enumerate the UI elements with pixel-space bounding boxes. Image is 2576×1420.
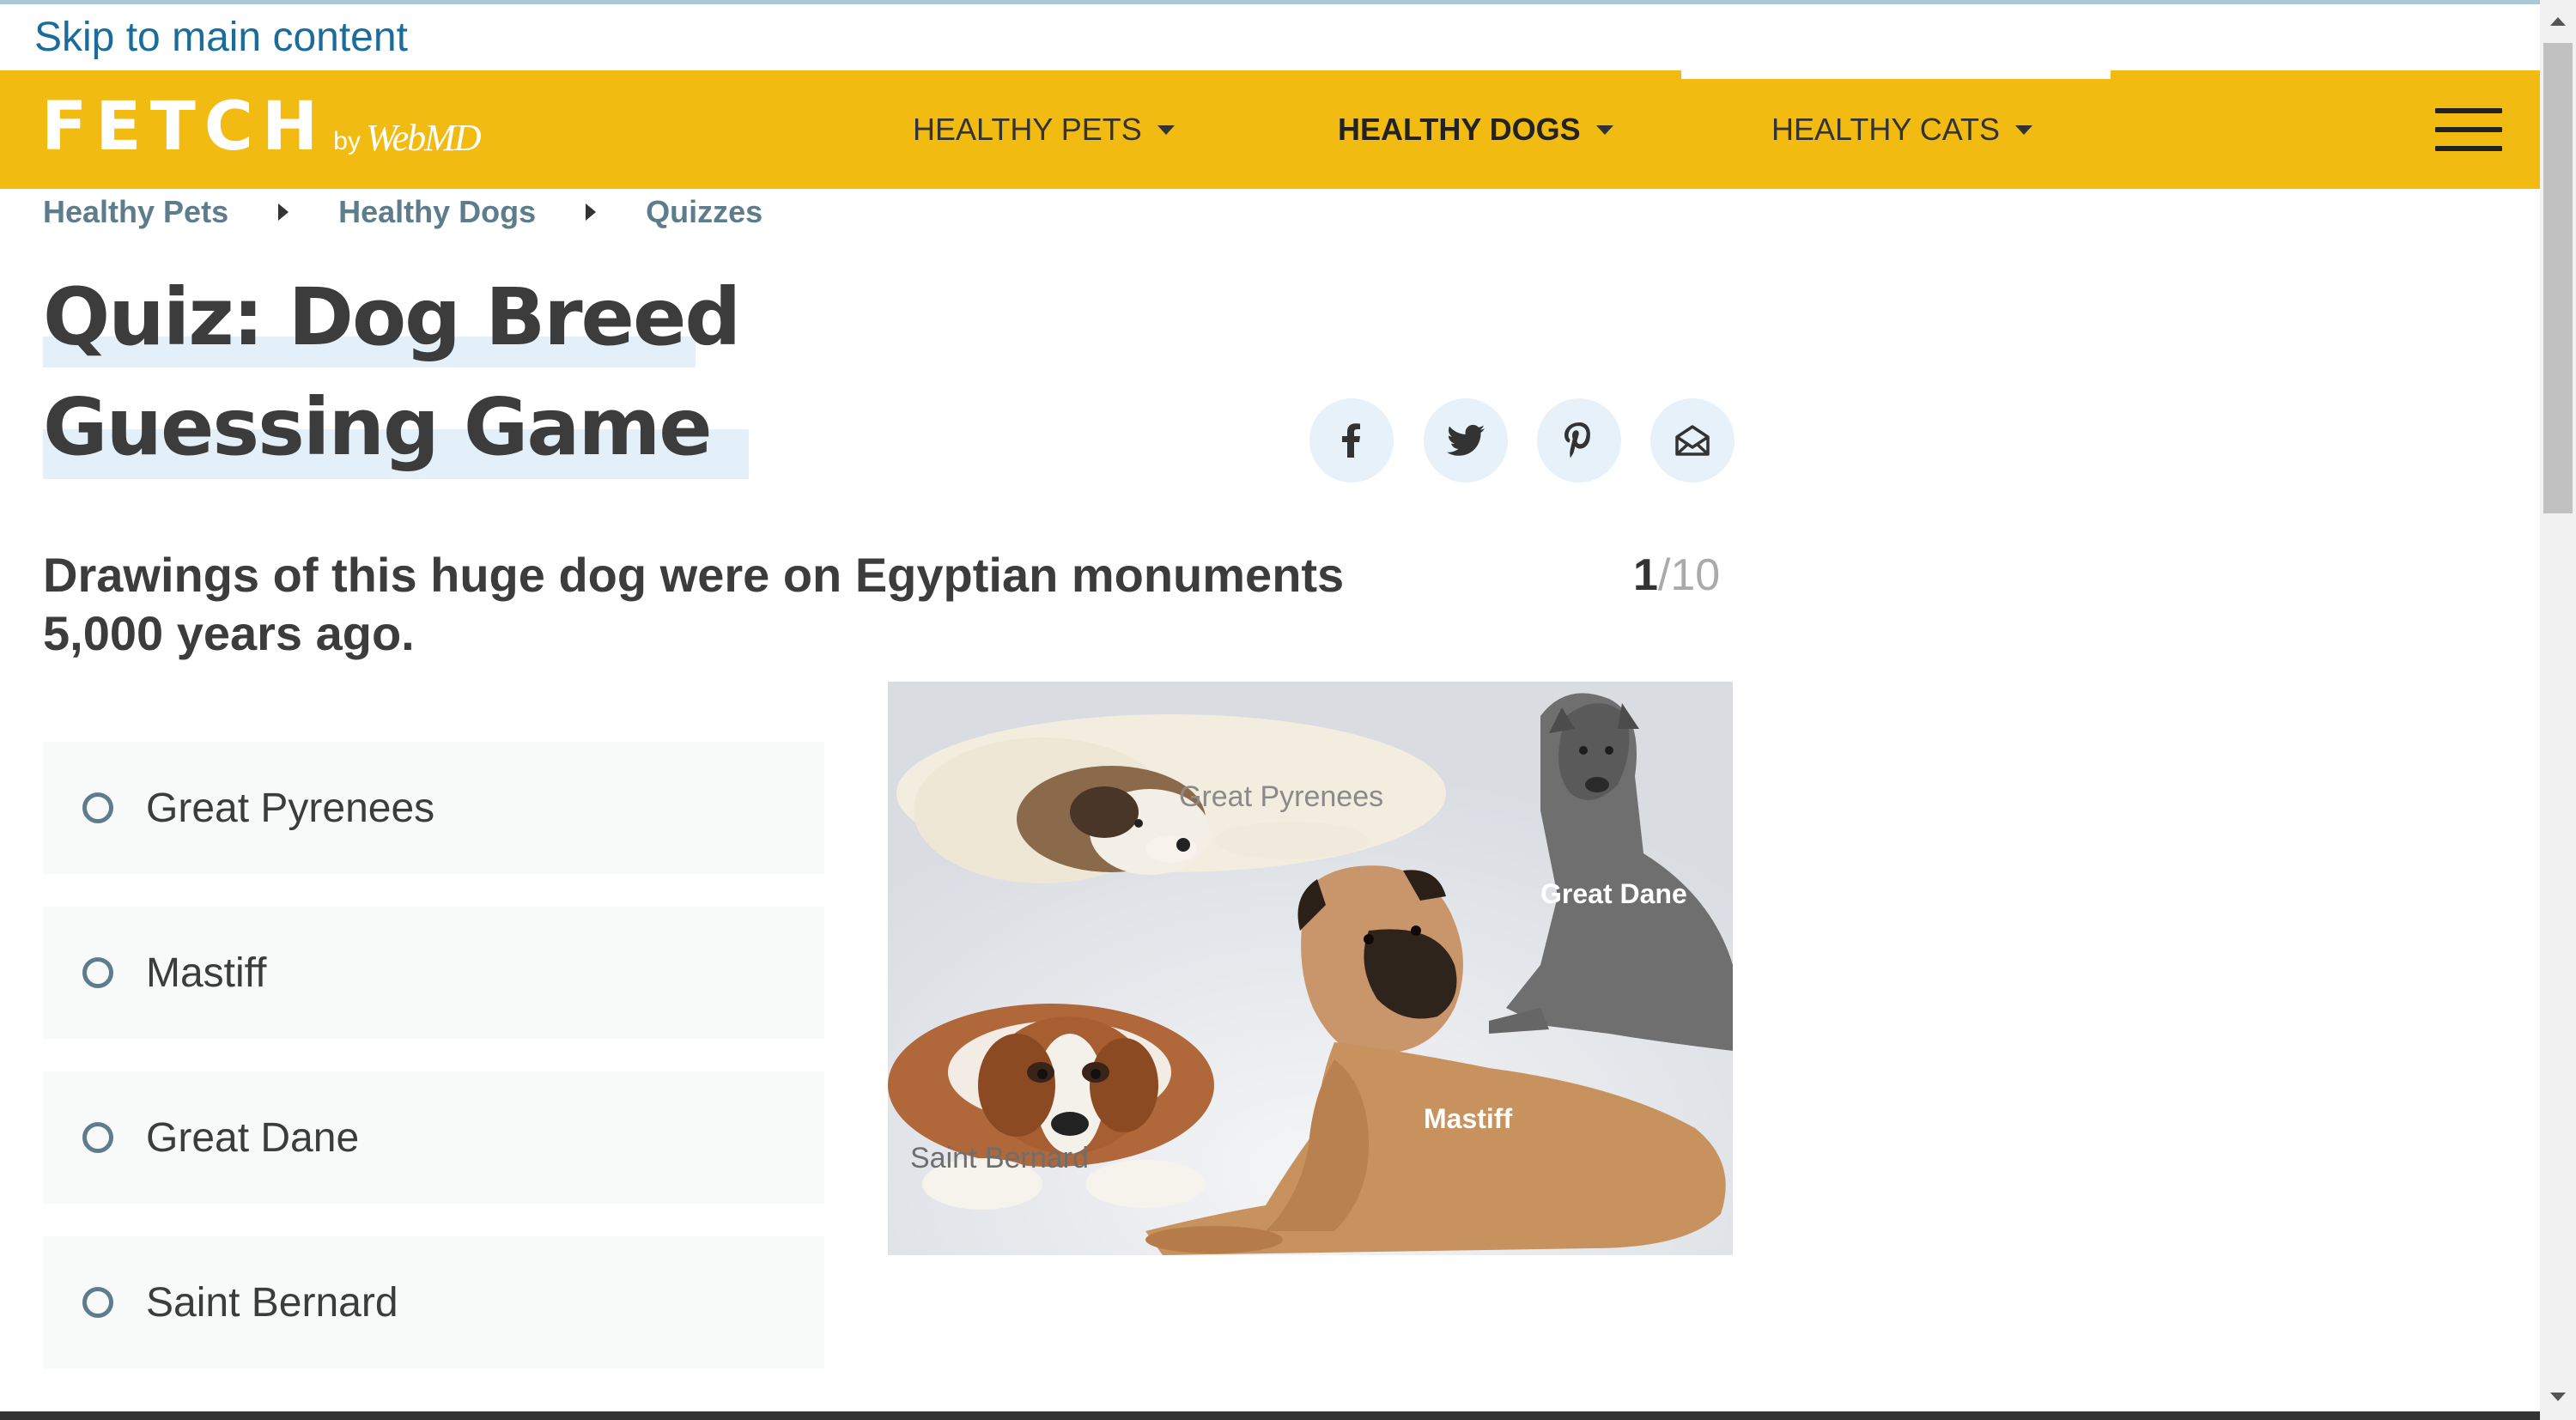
breadcrumb-item-quizzes[interactable]: Quizzes (646, 194, 762, 230)
page-title: Quiz: Dog Breed Guessing Game (43, 271, 741, 473)
caret-down-icon (1157, 124, 1175, 135)
current-question-number: 1 (1633, 550, 1658, 600)
bottom-edge-bar (0, 1411, 2540, 1420)
dog-breeds-illustration: Great Pyrenees Great Dane Mastiff Saint … (888, 682, 1733, 1255)
fetch-logo[interactable]: FETCH by WebMD (41, 88, 482, 166)
breadcrumb: Healthy Pets Healthy Dogs Quizzes (43, 194, 762, 230)
share-facebook-button[interactable] (1309, 398, 1394, 482)
nav-healthy-pets[interactable]: HEALTHY PETS (913, 108, 1175, 151)
radio-button-icon[interactable] (82, 1122, 113, 1153)
caret-down-icon (2015, 124, 2033, 135)
logo-webmd-text: WebMD (365, 117, 482, 159)
share-pinterest-button[interactable] (1537, 398, 1621, 482)
answer-label: Great Dane (146, 1114, 360, 1161)
logo-by-text: by (333, 127, 361, 155)
nav-label: HEALTHY DOGS (1338, 112, 1581, 147)
answer-label: Mastiff (146, 950, 267, 996)
twitter-icon (1447, 424, 1485, 456)
pinterest-icon (1564, 422, 1590, 458)
facebook-icon (1342, 423, 1360, 458)
radio-button-icon[interactable] (82, 1287, 113, 1318)
hamburger-menu-icon[interactable] (2435, 108, 2502, 151)
answer-label: Saint Bernard (146, 1279, 398, 1326)
quiz-question: Drawings of this huge dog were on Egypti… (43, 548, 1345, 660)
share-email-button[interactable] (1650, 398, 1735, 482)
window-top-border (0, 0, 2540, 4)
image-label-great-dane: Great Dane (1540, 878, 1687, 909)
answer-option[interactable]: Mastiff (43, 907, 824, 1039)
nav-label: HEALTHY CATS (1771, 112, 2001, 147)
email-icon (1675, 425, 1710, 456)
answer-label: Great Pyrenees (146, 785, 435, 831)
breadcrumb-separator-icon (278, 203, 289, 221)
logo-fetch-text: FETCH (41, 88, 327, 166)
nav-label: HEALTHY PETS (913, 112, 1142, 147)
image-label-mastiff: Mastiff (1424, 1103, 1512, 1134)
breadcrumb-separator-icon (586, 203, 597, 221)
breadcrumb-item-healthy-pets[interactable]: Healthy Pets (43, 194, 228, 230)
nav-healthy-dogs[interactable]: HEALTHY DOGS (1338, 108, 1613, 151)
caret-down-icon (1595, 124, 1613, 135)
answer-option[interactable]: Great Dane (43, 1071, 824, 1204)
answer-option[interactable]: Saint Bernard (43, 1236, 824, 1368)
scroll-down-arrow-icon[interactable] (2550, 1393, 2566, 1401)
active-tab-indicator (1681, 70, 2111, 79)
skip-to-main-link[interactable]: Skip to main content (34, 14, 408, 61)
share-twitter-button[interactable] (1424, 398, 1508, 482)
dog-breeds-photo: Great Pyrenees Great Dane Mastiff Saint … (888, 682, 1733, 1255)
breadcrumb-item-healthy-dogs[interactable]: Healthy Dogs (338, 194, 536, 230)
radio-button-icon[interactable] (82, 957, 113, 988)
image-label-great-pyrenees: Great Pyrenees (1179, 780, 1383, 813)
answer-option[interactable]: Great Pyrenees (43, 742, 824, 874)
nav-healthy-cats[interactable]: HEALTHY CATS (1771, 108, 2033, 151)
total-questions: 10 (1670, 550, 1721, 600)
image-label-saint-bernard: Saint Bernard (910, 1142, 1089, 1174)
scrollbar-thumb[interactable] (2543, 43, 2573, 513)
question-counter: 1/10 (1633, 549, 1720, 601)
scroll-up-arrow-icon[interactable] (2550, 17, 2566, 26)
radio-button-icon[interactable] (82, 792, 113, 823)
counter-separator: / (1657, 550, 1671, 600)
